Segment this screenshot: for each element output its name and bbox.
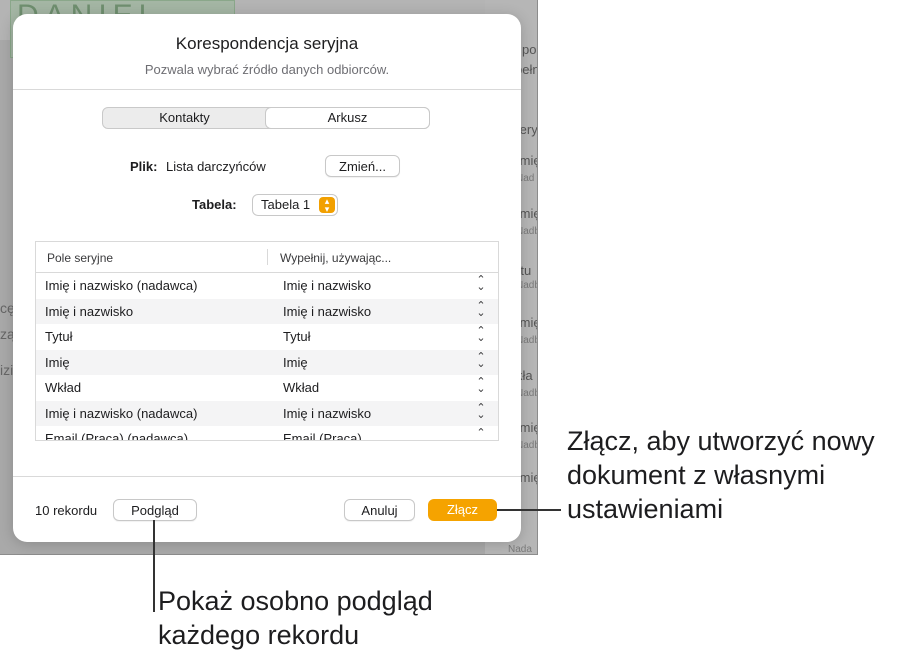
callout-line-merge bbox=[497, 509, 561, 511]
tab-contacts[interactable]: Kontakty bbox=[103, 108, 266, 128]
dialog-subtitle: Pozwala wybrać źródło danych odbiorców. bbox=[144, 62, 390, 77]
chevron-updown-icon[interactable]: ⌃ ⌄ bbox=[476, 377, 486, 395]
merge-field-name: Imię i nazwisko (nadawca) bbox=[45, 278, 198, 293]
merge-field-name: Wkład bbox=[45, 380, 82, 395]
callout-line-preview bbox=[153, 520, 155, 612]
bg-fragment: poc bbox=[522, 42, 537, 57]
bg-fragment: izi bbox=[0, 362, 14, 378]
file-label: Plik: bbox=[130, 159, 158, 174]
table-select[interactable]: Tabela 1 ▴ ▾ bbox=[252, 194, 338, 216]
table-row: Imię Imię ⌃ ⌄ bbox=[36, 349, 498, 375]
bg-fragment: Nada bbox=[508, 544, 532, 555]
merge-field-name: Tytuł bbox=[45, 329, 73, 344]
table-select-value: Tabela 1 bbox=[261, 197, 311, 212]
change-file-button[interactable]: Zmień... bbox=[325, 155, 400, 177]
table-header: Pole seryjne Wypełnij, używając... bbox=[36, 242, 498, 273]
table-body: Imię i nazwisko (nadawca) Imię i nazwisk… bbox=[36, 273, 498, 441]
column-header-fill-with: Wypełnij, używając... bbox=[280, 251, 392, 265]
column-separator bbox=[267, 249, 268, 265]
chevron-updown-icon: ▴ ▾ bbox=[319, 197, 335, 214]
fill-with-select[interactable]: Imię i nazwisko bbox=[283, 278, 371, 293]
merge-field-name: Email (Praca) (nadawca) bbox=[45, 431, 189, 441]
mail-merge-dialog: Korespondencja seryjna Pozwala wybrać źr… bbox=[13, 14, 521, 542]
source-segmented-control: Kontakty Arkusz bbox=[102, 107, 430, 129]
file-name: Lista darczyńców bbox=[166, 159, 266, 174]
chevron-updown-icon[interactable]: ⌃ ⌄ bbox=[476, 326, 486, 344]
column-header-merge-field: Pole seryjne bbox=[47, 251, 114, 265]
divider bbox=[13, 476, 521, 477]
fill-with-select[interactable]: Wkład bbox=[283, 380, 319, 395]
chevron-updown-icon[interactable]: ⌃ ⌄ bbox=[476, 300, 486, 318]
merge-button[interactable]: Złącz bbox=[428, 499, 497, 521]
dialog-title: Korespondencja seryjna bbox=[175, 34, 359, 53]
table-row: Email (Praca) (nadawca) Email (Praca) ⌃ ⌄ bbox=[36, 426, 498, 441]
chevron-updown-icon[interactable]: ⌃ ⌄ bbox=[476, 428, 486, 441]
table-label: Tabela: bbox=[192, 197, 237, 212]
merge-field-name: Imię i nazwisko (nadawca) bbox=[45, 405, 198, 421]
divider bbox=[13, 89, 521, 90]
chevron-updown-icon[interactable]: ⌃ ⌄ bbox=[476, 351, 486, 369]
chevron-updown-icon[interactable]: ⌃ ⌄ bbox=[476, 275, 486, 293]
table-row: Imię i nazwisko (nadawca) Imię i nazwisk… bbox=[36, 400, 498, 426]
chevron-updown-icon[interactable]: ⌃ ⌄ bbox=[476, 402, 486, 420]
merge-field-name: Imię bbox=[45, 354, 70, 370]
callout-merge: Złącz, aby utworzyć nowy dokument z włas… bbox=[567, 426, 875, 524]
record-count: 10 rekordu bbox=[35, 503, 98, 518]
fill-with-select[interactable]: Imię i nazwisko bbox=[283, 406, 371, 421]
cancel-button[interactable]: Anuluj bbox=[344, 499, 415, 521]
fill-with-select[interactable]: Tytuł bbox=[283, 329, 310, 344]
tab-spreadsheet[interactable]: Arkusz bbox=[266, 108, 429, 128]
merge-fields-table: Pole seryjne Wypełnij, używając... Imię … bbox=[35, 241, 499, 441]
table-row: Wkład Wkład ⌃ ⌄ bbox=[36, 375, 498, 401]
table-row: Imię i nazwisko (nadawca) Imię i nazwisk… bbox=[36, 273, 498, 299]
preview-button[interactable]: Podgląd bbox=[113, 499, 197, 521]
merge-field-name: Imię i nazwisko bbox=[45, 303, 134, 319]
callout-preview: Pokaż osobno podgląd każdego rekordu bbox=[158, 586, 433, 650]
fill-with-select[interactable]: Imię bbox=[283, 355, 308, 370]
fill-with-select[interactable]: Imię i nazwisko bbox=[283, 304, 371, 319]
table-row: Imię i nazwisko Imię i nazwisko ⌃ ⌄ bbox=[36, 298, 498, 324]
table-row: Tytuł Tytuł ⌃ ⌄ bbox=[36, 324, 498, 350]
fill-with-select[interactable]: Email (Praca) bbox=[283, 431, 362, 440]
